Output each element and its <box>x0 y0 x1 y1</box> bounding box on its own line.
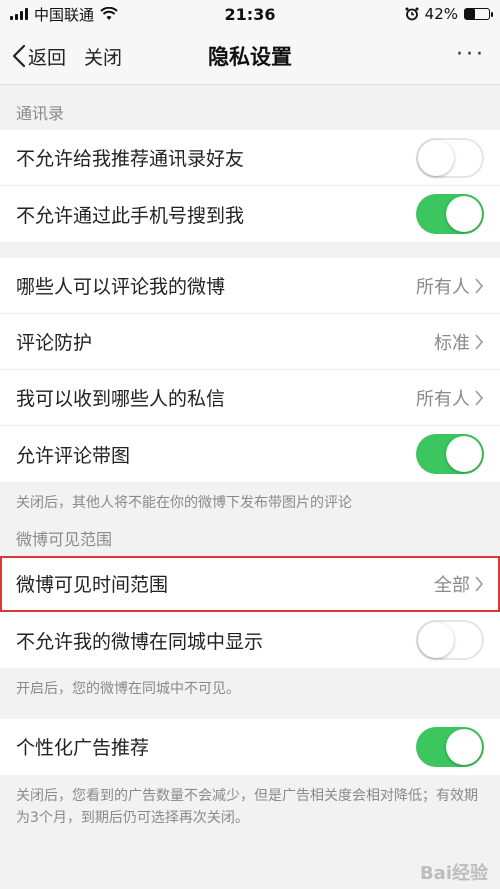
back-label: 返回 <box>28 46 67 69</box>
row-label: 微博可见时间范围 <box>16 574 169 597</box>
personalized-ads-toggle[interactable] <box>416 726 484 767</box>
watermark-logo: Bai经验 <box>420 859 488 885</box>
row-value: 所有人 <box>416 385 484 411</box>
row-label: 不允许给我推荐通讯录好友 <box>16 148 245 170</box>
nav-bar: 返回 关闭 隐私设置 ··· <box>0 28 500 85</box>
wifi-icon <box>100 7 118 20</box>
status-bar: 中国联通 21:36 42% <box>0 0 500 28</box>
section-label-contacts: 通讯录 <box>16 104 65 123</box>
row-value: 标准 <box>434 329 484 355</box>
row-no-search-by-phone: 不允许通过此手机号搜到我 <box>0 186 500 242</box>
battery-percent: 42% <box>424 5 458 23</box>
row-allow-image-comments: 允许评论带图 <box>0 426 500 482</box>
row-label: 个性化广告推荐 <box>16 737 150 760</box>
row-label: 不允许通过此手机号搜到我 <box>16 204 245 227</box>
ads-note: 关闭后，您看到的广告数量不会减少，但是广告相关度会相对降低；有效期为3个月，到期… <box>16 787 478 827</box>
chevron-right-icon <box>475 389 484 406</box>
row-hide-same-city: 不允许我的微博在同城中显示 <box>0 612 500 668</box>
row-value-text: 全部 <box>434 574 470 596</box>
row-who-can-comment[interactable]: 哪些人可以评论我的微博 所有人 <box>0 258 500 314</box>
no-recommend-toggle[interactable] <box>416 137 484 178</box>
contacts-group: 不允许给我推荐通讯录好友 不允许通过此手机号搜到我 <box>0 130 500 242</box>
row-label: 我可以收到哪些人的私信 <box>16 388 226 410</box>
battery-icon <box>464 8 493 20</box>
chevron-right-icon <box>475 576 484 592</box>
visibility-group: 微博可见时间范围 全部 不允许我的微博在同城中显示 <box>0 556 500 669</box>
toggle-knob <box>446 196 482 232</box>
hide-same-city-toggle[interactable] <box>416 620 484 661</box>
status-time: 21:36 <box>224 4 276 24</box>
chevron-right-icon <box>475 333 484 350</box>
row-comment-protection[interactable]: 评论防护 标准 <box>0 314 500 370</box>
alarm-icon <box>405 7 419 21</box>
ads-group: 个性化广告推荐 <box>0 718 500 775</box>
battery-fill <box>465 9 476 19</box>
row-value-text: 所有人 <box>416 276 470 298</box>
row-label: 哪些人可以评论我的微博 <box>16 276 226 298</box>
row-label: 不允许我的微博在同城中显示 <box>16 630 264 653</box>
status-left: 中国联通 <box>10 4 118 25</box>
group-gap <box>0 242 500 258</box>
row-personalized-ads: 个性化广告推荐 <box>0 719 500 775</box>
more-button[interactable]: ··· <box>456 42 486 67</box>
chevron-right-icon <box>475 277 484 294</box>
row-visible-time-range[interactable]: 微博可见时间范围 全部 <box>0 556 500 613</box>
toggle-knob <box>418 622 454 659</box>
page-title: 隐私设置 <box>208 45 292 69</box>
section-label-visibility: 微博可见范围 <box>16 530 113 550</box>
close-button[interactable]: 关闭 <box>84 43 122 70</box>
status-right: 42% <box>405 5 493 23</box>
row-label: 允许评论带图 <box>16 444 131 467</box>
signal-icon <box>10 8 28 20</box>
comments-group: 哪些人可以评论我的微博 所有人 评论防护 标准 我可以收到哪些人的私信 所有人 … <box>0 258 500 482</box>
row-label: 评论防护 <box>16 332 93 354</box>
row-value-text: 标准 <box>434 332 470 354</box>
toggle-knob <box>446 436 482 472</box>
row-value: 全部 <box>434 571 484 597</box>
group-gap <box>0 709 500 719</box>
toggle-knob <box>446 728 482 765</box>
image-comment-note: 关闭后，其他人将不能在你的微博下发布带图片的评论 <box>16 495 352 511</box>
same-city-note: 开启后，您的微博在同城中不可见。 <box>16 681 240 698</box>
no-search-by-phone-toggle[interactable] <box>416 194 484 234</box>
toggle-knob <box>418 139 454 176</box>
row-value: 所有人 <box>416 273 484 299</box>
carrier-name: 中国联通 <box>34 5 95 24</box>
watermark-text: Bai经验 <box>419 863 488 884</box>
row-private-messages[interactable]: 我可以收到哪些人的私信 所有人 <box>0 370 500 426</box>
back-button[interactable]: 返回 <box>12 43 66 70</box>
row-no-recommend: 不允许给我推荐通讯录好友 <box>0 130 500 186</box>
chevron-left-icon <box>12 44 26 68</box>
allow-image-comments-toggle[interactable] <box>416 434 484 474</box>
row-value-text: 所有人 <box>416 388 470 410</box>
